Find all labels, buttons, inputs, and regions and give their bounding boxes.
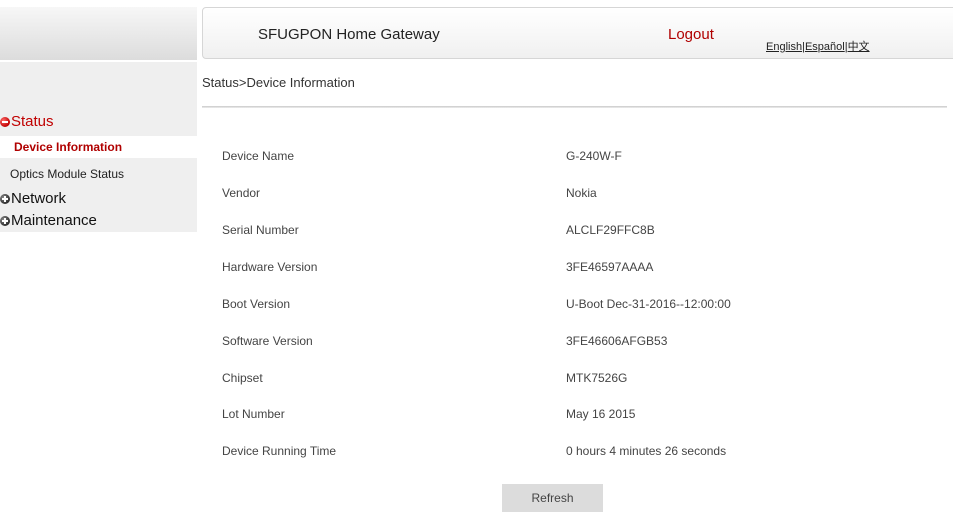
plus-circle-icon xyxy=(0,216,10,226)
language-switcher: English|Español|中文 xyxy=(766,38,870,54)
info-row-device-running-time: Device Running Time 0 hours 4 minutes 26… xyxy=(222,441,922,461)
divider xyxy=(202,106,947,108)
page: Status Device Information Optics Module … xyxy=(0,0,953,512)
app-title: SFUGPON Home Gateway xyxy=(258,26,440,43)
info-value: 3FE46597AAAA xyxy=(566,260,654,274)
minus-circle-icon xyxy=(0,117,10,127)
info-label: Hardware Version xyxy=(222,260,318,274)
info-label: Software Version xyxy=(222,334,313,348)
info-value: 3FE46606AFGB53 xyxy=(566,334,668,348)
info-label: Boot Version xyxy=(222,297,291,311)
info-label: Serial Number xyxy=(222,223,299,237)
info-row-lot-number: Lot Number May 16 2015 xyxy=(222,404,922,424)
language-link-chinese[interactable]: 中文 xyxy=(848,41,870,53)
plus-circle-icon xyxy=(0,194,10,204)
info-value: U-Boot Dec-31-2016--12:00:00 xyxy=(566,297,731,311)
refresh-button[interactable]: Refresh xyxy=(502,484,603,512)
info-value: MTK7526G xyxy=(566,371,628,385)
sidebar-group-label: Maintenance xyxy=(11,212,97,229)
info-label: Chipset xyxy=(222,371,263,385)
info-row-device-name: Device Name G-240W-F xyxy=(222,146,922,166)
info-value: May 16 2015 xyxy=(566,407,636,421)
info-value: ALCLF29FFC8B xyxy=(566,223,655,237)
breadcrumb: Status>Device Information xyxy=(202,75,355,90)
sidebar-banner xyxy=(0,7,197,60)
language-link-espanol[interactable]: Español xyxy=(805,41,845,53)
info-row-software-version: Software Version 3FE46606AFGB53 xyxy=(222,331,922,351)
info-value: G-240W-F xyxy=(566,149,622,163)
info-label: Device Name xyxy=(222,149,295,163)
info-value: 0 hours 4 minutes 26 seconds xyxy=(566,444,727,458)
info-row-vendor: Vendor Nokia xyxy=(222,183,922,203)
logout-link[interactable]: Logout xyxy=(668,26,714,43)
info-label: Device Running Time xyxy=(222,444,337,458)
info-row-chipset: Chipset MTK7526G xyxy=(222,368,922,388)
info-row-boot-version: Boot Version U-Boot Dec-31-2016--12:00:0… xyxy=(222,294,922,314)
info-label: Vendor xyxy=(222,186,261,200)
sidebar-item-optics-module-status[interactable]: Optics Module Status xyxy=(0,163,197,185)
info-value: Nokia xyxy=(566,186,597,200)
sidebar-group-label: Network xyxy=(11,190,67,207)
info-row-hardware-version: Hardware Version 3FE46597AAAA xyxy=(222,257,922,277)
info-label: Lot Number xyxy=(222,407,285,421)
sidebar-group-label: Status xyxy=(11,113,54,130)
sidebar-item-device-information[interactable]: Device Information xyxy=(0,136,197,158)
language-link-english[interactable]: English xyxy=(766,41,802,53)
info-row-serial-number: Serial Number ALCLF29FFC8B xyxy=(222,220,922,240)
